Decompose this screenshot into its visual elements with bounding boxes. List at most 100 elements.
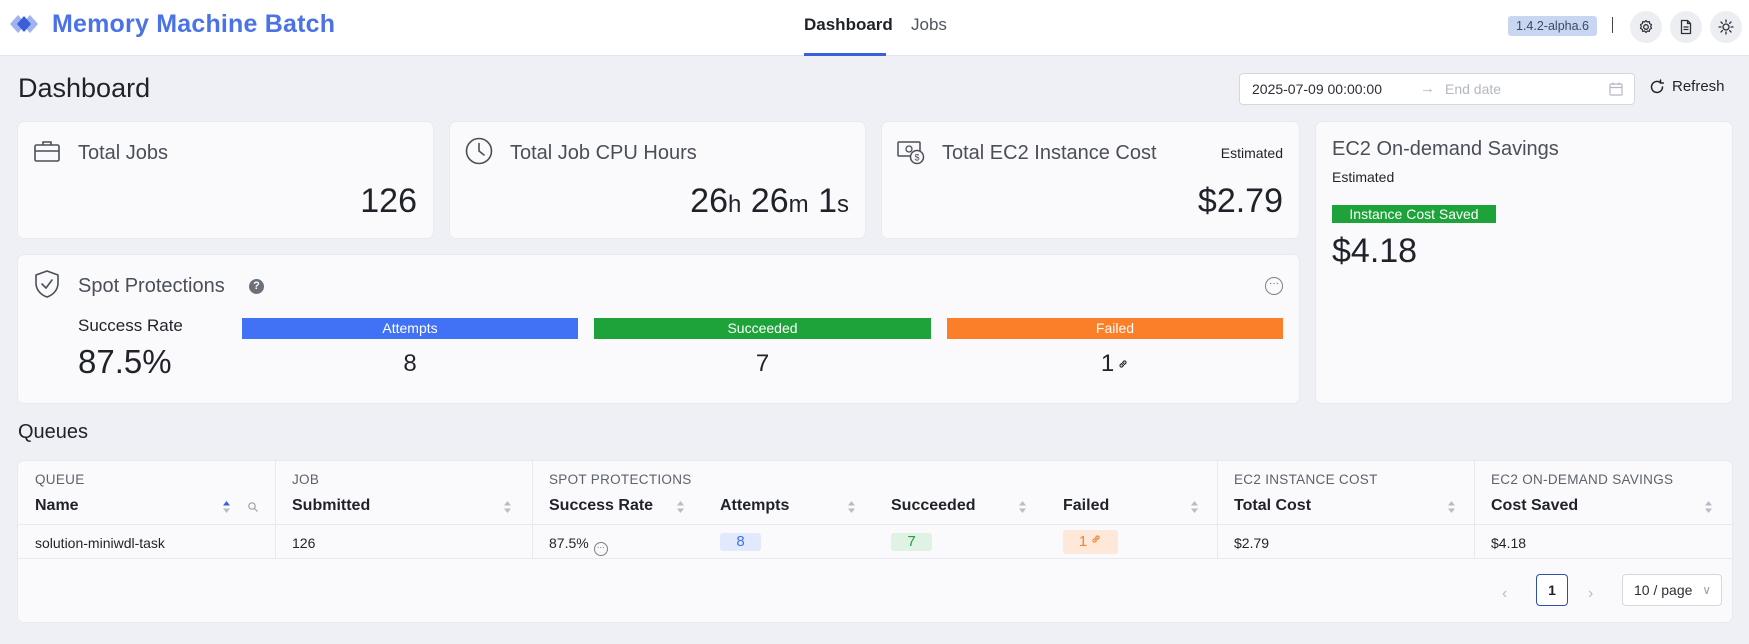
total-jobs-title: Total Jobs <box>78 142 169 164</box>
failed-count: 1 <box>1100 350 1115 377</box>
sort-icon[interactable] <box>1447 499 1456 515</box>
pagination-prev-button[interactable]: ‹ <box>1502 585 1507 603</box>
date-range-picker[interactable]: 2025-07-09 00:00:00 → End date <box>1239 73 1635 105</box>
queues-title: Queues <box>18 421 89 443</box>
column-header-succeeded[interactable]: Succeeded <box>891 497 975 515</box>
cpu-hours-value: 26h 26m 1s <box>690 182 849 221</box>
ec2-savings-card: EC2 On-demand Savings Estimated Instance… <box>1316 122 1732 403</box>
help-icon[interactable]: ? <box>249 279 264 294</box>
attempts-badge: 8 <box>720 533 761 551</box>
estimated-label: Estimated <box>1220 145 1283 161</box>
theme-toggle-button[interactable] <box>1710 11 1742 43</box>
attempts-value: 8 <box>403 350 417 377</box>
savings-value: $4.18 <box>1332 232 1418 270</box>
submitted-cell: 126 <box>292 535 316 551</box>
column-divider <box>275 461 276 558</box>
top-bar: Memory Machine Batch Dashboard Jobs 1.4.… <box>0 0 1749 56</box>
link-icon[interactable] <box>1117 358 1129 370</box>
search-icon[interactable] <box>247 500 259 514</box>
header-divider <box>18 524 1732 525</box>
column-header-name[interactable]: Name <box>35 497 79 515</box>
column-header-total-cost[interactable]: Total Cost <box>1234 497 1311 515</box>
cpu-hours-card: Total Job CPU Hours 26h 26m 1s <box>450 122 865 238</box>
divider <box>1612 17 1613 33</box>
nav-tab-jobs[interactable]: Jobs <box>911 15 947 35</box>
page-title: Dashboard <box>18 73 151 103</box>
succeeded-badge: 7 <box>891 533 932 551</box>
total-jobs-value: 126 <box>360 182 417 220</box>
start-date-input[interactable]: 2025-07-09 00:00:00 <box>1252 81 1382 97</box>
failed-badge-count: 1 <box>1078 533 1088 550</box>
success-rate-label: Success Rate <box>78 316 183 335</box>
seconds-value: 1 <box>818 182 837 220</box>
refresh-button[interactable]: Refresh <box>1649 78 1725 95</box>
sort-icon[interactable] <box>1018 499 1027 515</box>
failed-value[interactable]: 1 <box>947 350 1283 378</box>
refresh-icon <box>1650 78 1665 93</box>
row-divider <box>18 558 1732 559</box>
sort-icon[interactable] <box>503 499 512 515</box>
more-options-button[interactable]: ··· <box>1265 277 1283 295</box>
app-title[interactable]: Memory Machine Batch <box>52 10 335 39</box>
success-rate-cell: 87.5% ··· <box>549 535 608 556</box>
ec2-cost-title: Total EC2 Instance Cost <box>942 142 1157 164</box>
group-header-job: JOB <box>292 472 320 487</box>
column-header-cost-saved[interactable]: Cost Saved <box>1491 497 1578 515</box>
sort-icon[interactable] <box>1190 499 1199 515</box>
instance-cost-saved-tag: Instance Cost Saved <box>1332 205 1496 223</box>
document-icon <box>1680 19 1692 35</box>
sort-icon[interactable] <box>847 499 856 515</box>
hours-unit: h <box>727 191 742 218</box>
pagination-next-button[interactable]: › <box>1588 585 1593 603</box>
end-date-input[interactable]: End date <box>1445 81 1501 97</box>
succeeded-bar: Succeeded <box>594 318 931 339</box>
group-header-spot: SPOT PROTECTIONS <box>549 472 692 487</box>
spot-protections-title: Spot Protections <box>78 275 225 297</box>
minutes-unit: m <box>788 191 809 218</box>
failed-badge[interactable]: 1 <box>1063 530 1118 554</box>
spot-protections-card: Spot Protections ? ··· Success Rate 87.5… <box>18 255 1299 403</box>
column-header-submitted[interactable]: Submitted <box>292 497 370 515</box>
group-header-cost: EC2 INSTANCE COST <box>1234 472 1378 487</box>
cpu-hours-title: Total Job CPU Hours <box>510 142 697 164</box>
success-rate-value: 87.5% <box>78 343 172 380</box>
group-header-queue: QUEUE <box>35 472 85 487</box>
ec2-cost-card: $ Total EC2 Instance Cost Estimated $2.7… <box>882 122 1299 238</box>
calendar-icon <box>1609 82 1623 96</box>
cost-saved-cell: $4.18 <box>1491 535 1527 551</box>
docs-button[interactable] <box>1670 11 1702 43</box>
sort-icon[interactable] <box>1704 499 1713 515</box>
money-icon: $ <box>897 141 925 165</box>
column-header-attempts[interactable]: Attempts <box>720 497 789 515</box>
settings-button[interactable] <box>1630 11 1662 43</box>
success-rate-text: 87.5% <box>549 535 589 551</box>
total-jobs-card: Total Jobs 126 <box>18 122 433 238</box>
sort-asc-icon[interactable] <box>222 499 231 515</box>
clock-icon <box>465 137 493 165</box>
column-header-success-rate[interactable]: Success Rate <box>549 497 653 515</box>
queues-table: QUEUE JOB SPOT PROTECTIONS EC2 INSTANCE … <box>18 461 1732 622</box>
link-icon[interactable] <box>1090 533 1102 545</box>
minutes-value: 26 <box>750 182 789 220</box>
active-tab-indicator <box>804 53 886 56</box>
nav-tab-dashboard[interactable]: Dashboard <box>804 15 893 35</box>
row-more-button[interactable]: ··· <box>593 542 608 556</box>
column-divider <box>1217 461 1218 558</box>
sort-icon[interactable] <box>676 499 685 515</box>
attempts-bar: Attempts <box>242 318 578 339</box>
column-divider <box>532 461 533 558</box>
column-divider <box>1474 461 1475 558</box>
settings-icon <box>1639 19 1653 34</box>
svg-text:$: $ <box>914 153 919 163</box>
shield-check-icon <box>35 270 59 298</box>
ec2-cost-value: $2.79 <box>1197 182 1283 220</box>
page-size-select[interactable]: 10 / page ∨ <box>1622 574 1722 606</box>
chevron-down-icon: ∨ <box>1702 583 1711 597</box>
group-header-savings: EC2 ON-DEMAND SAVINGS <box>1491 472 1674 487</box>
column-header-failed[interactable]: Failed <box>1063 497 1109 515</box>
pagination-page-1[interactable]: 1 <box>1536 574 1568 606</box>
range-arrow-icon: → <box>1420 80 1435 97</box>
logo-icon <box>8 12 44 36</box>
seconds-unit: s <box>837 191 849 218</box>
succeeded-value: 7 <box>755 350 770 377</box>
